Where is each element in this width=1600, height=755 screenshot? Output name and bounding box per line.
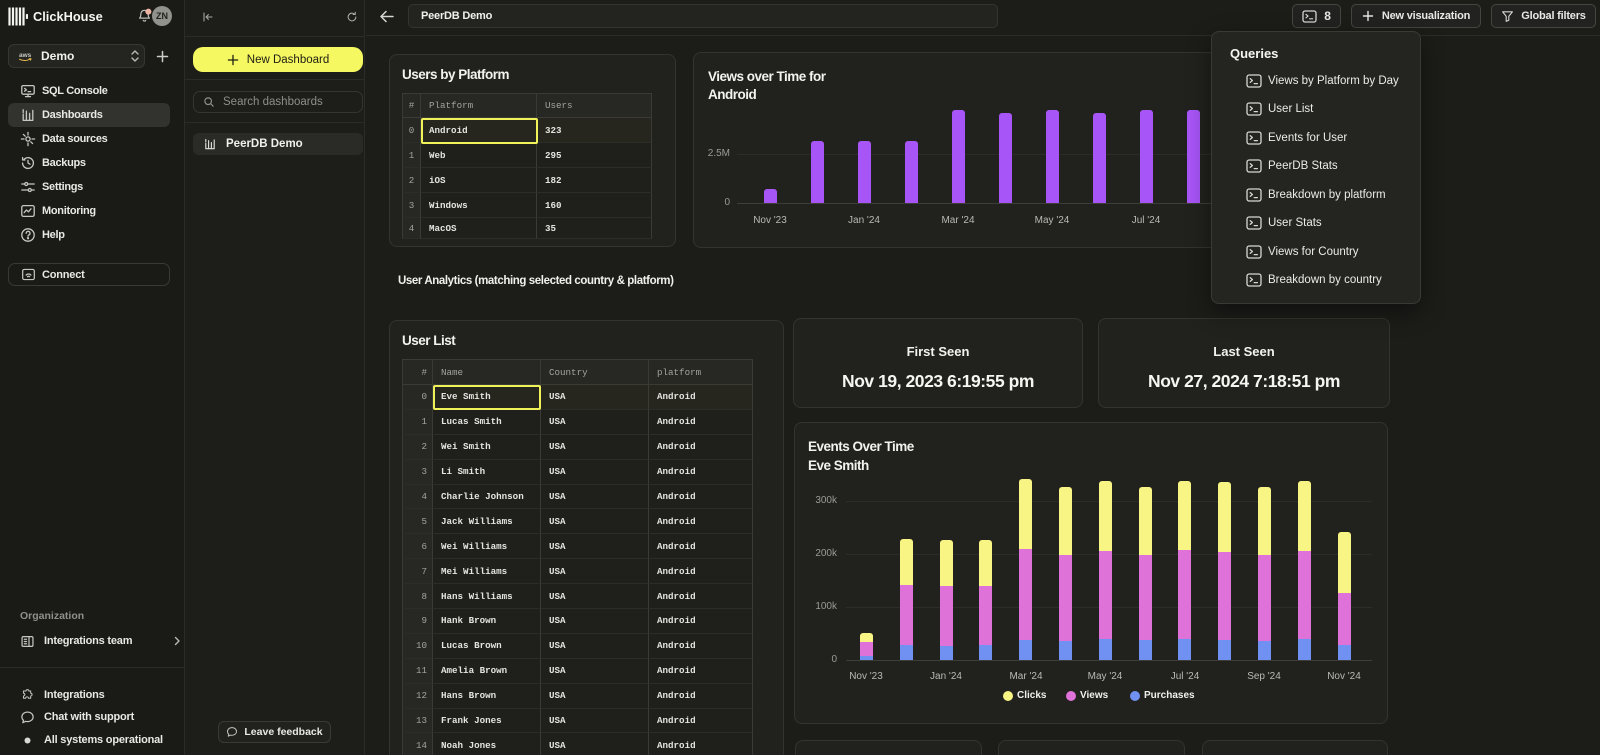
svg-text:aws: aws	[19, 52, 32, 59]
